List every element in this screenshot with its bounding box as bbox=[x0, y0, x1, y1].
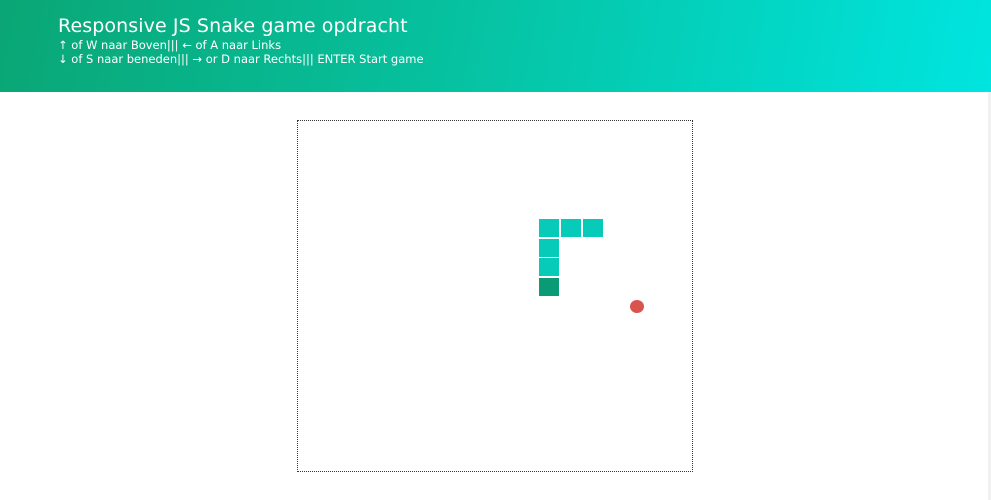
snake-segment bbox=[539, 258, 559, 276]
page-title: Responsive JS Snake game opdracht bbox=[58, 15, 408, 37]
food-apple bbox=[630, 300, 644, 313]
controls-line-1: ↑ of W naar Boven||| ← of A naar Links bbox=[58, 38, 282, 52]
controls-line-2: ↓ of S naar beneden||| → or D naar Recht… bbox=[58, 52, 424, 66]
controls-help: ↑ of W naar Boven||| ← of A naar Links ↓… bbox=[58, 38, 424, 66]
snake-segment bbox=[561, 219, 581, 237]
snake-segment bbox=[539, 219, 559, 237]
page-header: Responsive JS Snake game opdracht ↑ of W… bbox=[0, 0, 991, 92]
game-board[interactable] bbox=[297, 120, 693, 472]
snake-head bbox=[539, 277, 559, 296]
snake-segment bbox=[539, 238, 559, 257]
snake-segment bbox=[583, 219, 603, 237]
